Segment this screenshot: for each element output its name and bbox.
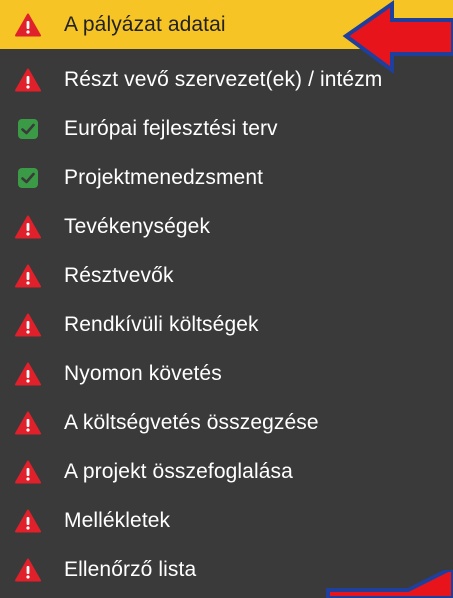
menu-item-ellenorzo-lista[interactable]: Ellenőrző lista xyxy=(0,545,453,594)
warning-icon xyxy=(14,556,42,584)
menu-item-label: Projektmenedzsment xyxy=(64,165,264,189)
menu-item-label: Ellenőrző lista xyxy=(64,557,197,581)
menu-item-label: A költségvetés összegzése xyxy=(64,410,319,434)
menu-item-label: Rendkívüli költségek xyxy=(64,312,259,336)
menu-item-a-koltsegvetes-osszegzese[interactable]: A költségvetés összegzése xyxy=(0,398,453,447)
section-navigation-menu: A pályázat adatai Részt vevő szervezet(ek… xyxy=(0,0,453,598)
warning-icon xyxy=(14,262,42,290)
menu-item-resztvevok[interactable]: Résztvevők xyxy=(0,251,453,300)
menu-item-label: Európai fejlesztési terv xyxy=(64,116,278,140)
warning-icon xyxy=(14,507,42,535)
menu-item-label: Részt vevő szervezet(ek) / intézm xyxy=(64,67,383,91)
warning-icon xyxy=(14,409,42,437)
menu-item-label: A projekt összefoglalása xyxy=(64,459,293,483)
warning-icon xyxy=(14,213,42,241)
menu-item-label: Nyomon követés xyxy=(64,361,222,385)
checkbox-checked-icon xyxy=(14,115,42,143)
warning-icon xyxy=(14,66,42,94)
menu-item-mellekletek[interactable]: Mellékletek xyxy=(0,496,453,545)
menu-item-rendkivuli-koltsegek[interactable]: Rendkívüli költségek xyxy=(0,300,453,349)
menu-item-label: A pályázat adatai xyxy=(64,12,226,36)
warning-icon xyxy=(14,311,42,339)
menu-item-reszt-vevo-szervezet-ek-intezm[interactable]: Részt vevő szervezet(ek) / intézm xyxy=(0,55,453,104)
menu-item-a-palyazat-adatai[interactable]: A pályázat adatai xyxy=(0,0,453,49)
menu-item-label: Tevékenységek xyxy=(64,214,211,238)
warning-icon xyxy=(14,458,42,486)
menu-item-tevekenysegek[interactable]: Tevékenységek xyxy=(0,202,453,251)
menu-item-europai-fejlesztesi-terv[interactable]: Európai fejlesztési terv xyxy=(0,104,453,153)
menu-item-label: Mellékletek xyxy=(64,508,171,532)
checkbox-checked-icon xyxy=(14,164,42,192)
menu-item-label: Résztvevők xyxy=(64,263,174,287)
warning-icon xyxy=(14,360,42,388)
menu-item-projektmenedzsment[interactable]: Projektmenedzsment xyxy=(0,153,453,202)
menu-item-nyomon-kovetes[interactable]: Nyomon követés xyxy=(0,349,453,398)
warning-icon xyxy=(14,11,42,39)
menu-item-a-projekt-osszefoglalasa[interactable]: A projekt összefoglalása xyxy=(0,447,453,496)
